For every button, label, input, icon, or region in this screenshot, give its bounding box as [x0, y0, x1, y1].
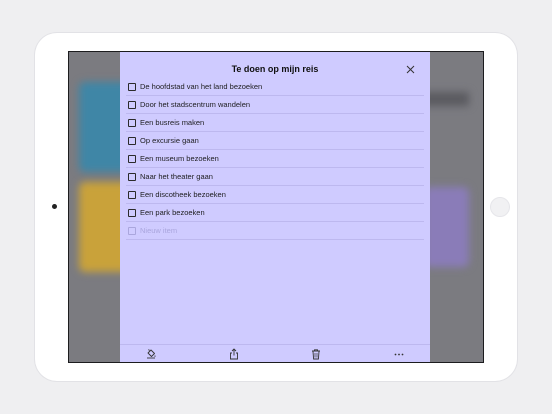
item-checkbox[interactable]	[128, 100, 136, 109]
share-icon[interactable]	[228, 348, 240, 360]
new-item-checkbox	[128, 226, 136, 235]
item-label: Door het stadscentrum wandelen	[140, 100, 251, 109]
item-checkbox[interactable]	[128, 154, 136, 163]
item-label: Naar het theater gaan	[140, 172, 213, 181]
new-item-row[interactable]	[126, 222, 424, 240]
list-title: Te doen op mijn reis	[231, 64, 319, 74]
item-checkbox[interactable]	[128, 172, 136, 181]
list-item[interactable]: Naar het theater gaan	[126, 168, 424, 186]
bottom-toolbar	[120, 344, 430, 363]
list-item[interactable]: Een discotheek bezoeken	[126, 186, 424, 204]
blurred-card	[424, 187, 469, 267]
more-icon[interactable]	[393, 348, 405, 360]
item-checkbox[interactable]	[128, 82, 136, 91]
close-icon[interactable]	[405, 64, 416, 75]
front-camera	[52, 204, 57, 209]
new-item-input[interactable]	[140, 226, 340, 235]
item-checkbox[interactable]	[128, 136, 136, 145]
screen: Te doen op mijn reis De hoofdstad van he…	[68, 51, 484, 363]
list-item[interactable]: Op excursie gaan	[126, 132, 424, 150]
item-checkbox[interactable]	[128, 190, 136, 199]
list-item[interactable]: Een park bezoeken	[126, 204, 424, 222]
item-checkbox[interactable]	[128, 208, 136, 217]
item-label: De hoofdstad van het land bezoeken	[140, 82, 263, 91]
item-label: Een museum bezoeken	[140, 154, 219, 163]
item-label: Een park bezoeken	[140, 208, 205, 217]
item-label: Een discotheek bezoeken	[140, 190, 226, 199]
item-checkbox[interactable]	[128, 118, 136, 127]
todo-items: De hoofdstad van het land bezoeken Door …	[126, 78, 424, 240]
home-button[interactable]	[490, 197, 510, 217]
paint-bucket-icon[interactable]	[145, 348, 157, 360]
list-item[interactable]: Door het stadscentrum wandelen	[126, 96, 424, 114]
todo-list-panel: Te doen op mijn reis De hoofdstad van he…	[120, 52, 430, 362]
item-label: Een busreis maken	[140, 118, 205, 127]
list-item[interactable]: De hoofdstad van het land bezoeken	[126, 78, 424, 96]
list-item[interactable]: Een busreis maken	[126, 114, 424, 132]
trash-icon[interactable]	[310, 348, 322, 360]
list-item[interactable]: Een museum bezoeken	[126, 150, 424, 168]
item-label: Op excursie gaan	[140, 136, 199, 145]
